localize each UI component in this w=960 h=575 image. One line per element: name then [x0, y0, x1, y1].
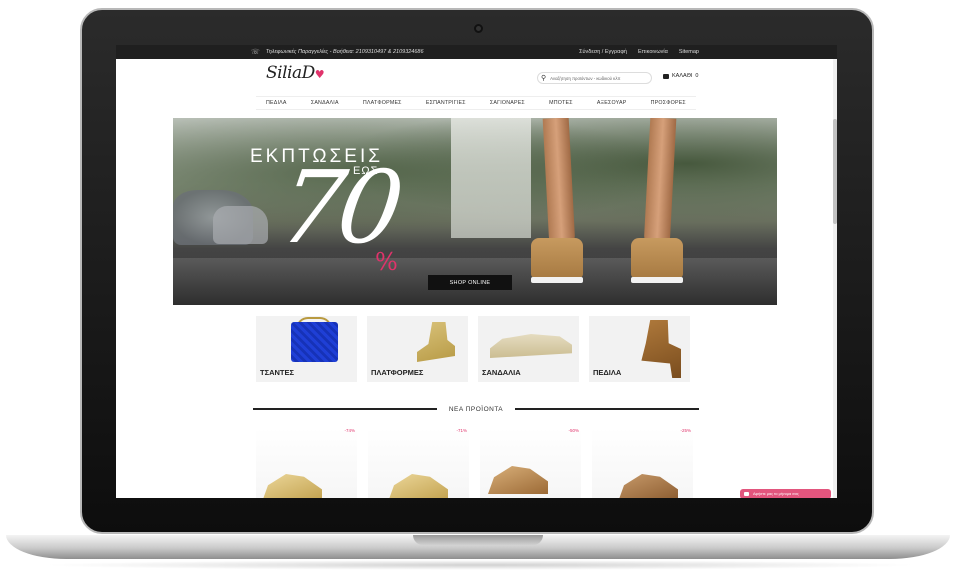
hero-percent: %	[375, 248, 398, 276]
chat-widget-button[interactable]: Αφήστε μας το μήνυμα σας	[740, 489, 831, 498]
pedila-image	[641, 320, 681, 378]
cart-count: 0	[695, 73, 699, 79]
category-pedila[interactable]: ΠΕΔΙΛΑ	[589, 316, 690, 382]
new-products-heading: ΝΕΑ ΠΡΟΪΟΝΤΑ	[253, 404, 699, 414]
product-card[interactable]: -71%	[368, 428, 469, 498]
device-shadow	[40, 560, 920, 570]
bag-image	[291, 322, 338, 362]
category-bags[interactable]: ΤΣΑΝΤΕΣ	[256, 316, 357, 382]
cart-icon	[663, 73, 669, 79]
contact-link[interactable]: Επικοινωνία	[638, 49, 668, 55]
website-screen: ☏ Τηλεφωνικές Παραγγελίες - Βοήθεια: 210…	[116, 45, 837, 498]
category-label: ΠΛΑΤΦΟΡΜΕΣ	[371, 368, 424, 377]
scrollbar[interactable]	[833, 59, 837, 498]
shop-online-button[interactable]: SHOP ONLINE	[428, 275, 512, 290]
category-label: ΤΣΑΝΤΕΣ	[260, 368, 294, 377]
nav-item-sagionares[interactable]: ΣΑΓΙΟΝΑΡΕΣ	[490, 100, 525, 106]
nav-item-axesouar[interactable]: ΑΞΕΣΟΥΑΡ	[597, 100, 627, 106]
site-header: SiliaD♥ ⚲ ΚΑΛΑΘΙ 0	[116, 59, 837, 89]
laptop-notch	[413, 535, 543, 545]
scrollbar-thumb[interactable]	[833, 119, 837, 224]
search-input[interactable]	[550, 75, 647, 81]
hero-sole-left	[531, 277, 583, 283]
product-image	[618, 474, 678, 498]
top-info-bar: ☏ Τηλεφωνικές Παραγγελίες - Βοήθεια: 210…	[116, 45, 837, 59]
category-tiles: ΤΣΑΝΤΕΣ ΠΛΑΤΦΟΡΜΕΣ ΣΑΝΔΑΛΙΑ ΠΕΔΙΛΑ	[256, 316, 690, 382]
discount-badge: -50%	[568, 428, 579, 433]
product-card[interactable]: -25%	[592, 428, 693, 498]
category-sandals[interactable]: ΣΑΝΔΑΛΙΑ	[478, 316, 579, 382]
product-image	[388, 474, 448, 498]
nav-item-pedila[interactable]: ΠΕΔΙΛΑ	[266, 100, 287, 106]
divider-line	[253, 408, 437, 410]
phone-icon: ☏	[251, 49, 260, 56]
laptop-device: ☏ Τηλεφωνικές Παραγγελίες - Βοήθεια: 210…	[0, 0, 960, 575]
main-nav: ΠΕΔΙΛΑ ΣΑΝΔΑΛΙΑ ΠΛΑΤΦΟΡΜΕΣ ΕΣΠΑΝΤΡΙΓΙΕΣ …	[256, 96, 696, 110]
product-image	[488, 466, 548, 494]
discount-badge: -25%	[680, 428, 691, 433]
category-platforms[interactable]: ΠΛΑΤΦΟΡΜΕΣ	[367, 316, 468, 382]
sitemap-link[interactable]: Sitemap	[679, 49, 699, 55]
category-label: ΣΑΝΔΑΛΙΑ	[482, 368, 521, 377]
section-title-text: ΝΕΑ ΠΡΟΪΟΝΤΑ	[448, 405, 504, 413]
hero-wedge-left	[531, 238, 583, 278]
product-image	[262, 474, 322, 498]
platform-image	[417, 322, 455, 362]
nav-item-mpotes[interactable]: ΜΠΟΤΕΣ	[549, 100, 573, 106]
hero-banner[interactable]: ΕΚΠΤΩΣΕΙΣ ΕΩΣ 70 % SHOP ONLINE	[173, 118, 777, 305]
login-register-link[interactable]: Σύνδεση / Εγγραφή	[579, 49, 627, 55]
nav-item-espadrilles[interactable]: ΕΣΠΑΝΤΡΙΓΙΕΣ	[426, 100, 466, 106]
logo-heart-icon: ♥	[314, 68, 325, 81]
cart-button[interactable]: ΚΑΛΑΘΙ 0	[663, 73, 698, 79]
top-links: Σύνδεση / Εγγραφή Επικοινωνία Sitemap	[579, 45, 699, 59]
hero-car-2	[213, 206, 268, 244]
product-card[interactable]: -50%	[480, 428, 581, 498]
hero-building	[451, 118, 531, 238]
product-card[interactable]: -74%	[256, 428, 357, 498]
product-grid: -74% -71% -50% -25%	[256, 428, 693, 498]
divider-line	[515, 408, 699, 410]
nav-item-prosfores[interactable]: ΠΡΟΣΦΟΡΕΣ	[651, 100, 686, 106]
mail-icon	[744, 492, 749, 496]
nav-item-platformes[interactable]: ΠΛΑΤΦΟΡΜΕΣ	[363, 100, 402, 106]
discount-badge: -71%	[456, 428, 467, 433]
hero-sole-right	[631, 277, 683, 283]
phone-order-text: Τηλεφωνικές Παραγγελίες - Βοήθεια: 21093…	[265, 49, 424, 55]
sandal-image	[490, 334, 572, 358]
chat-label: Αφήστε μας το μήνυμα σας	[753, 492, 799, 496]
category-label: ΠΕΔΙΛΑ	[593, 368, 622, 377]
discount-badge: -74%	[344, 428, 355, 433]
search-icon[interactable]: ⚲	[541, 74, 546, 82]
cart-label: ΚΑΛΑΘΙ	[672, 73, 693, 79]
hero-wedge-right	[631, 238, 683, 278]
hero-big-number: 70	[272, 149, 405, 266]
search-box: ⚲	[537, 72, 652, 84]
nav-item-sandalia[interactable]: ΣΑΝΔΑΛΙΑ	[311, 100, 339, 106]
site-logo[interactable]: SiliaD♥	[266, 63, 325, 83]
webcam-icon	[474, 24, 483, 33]
